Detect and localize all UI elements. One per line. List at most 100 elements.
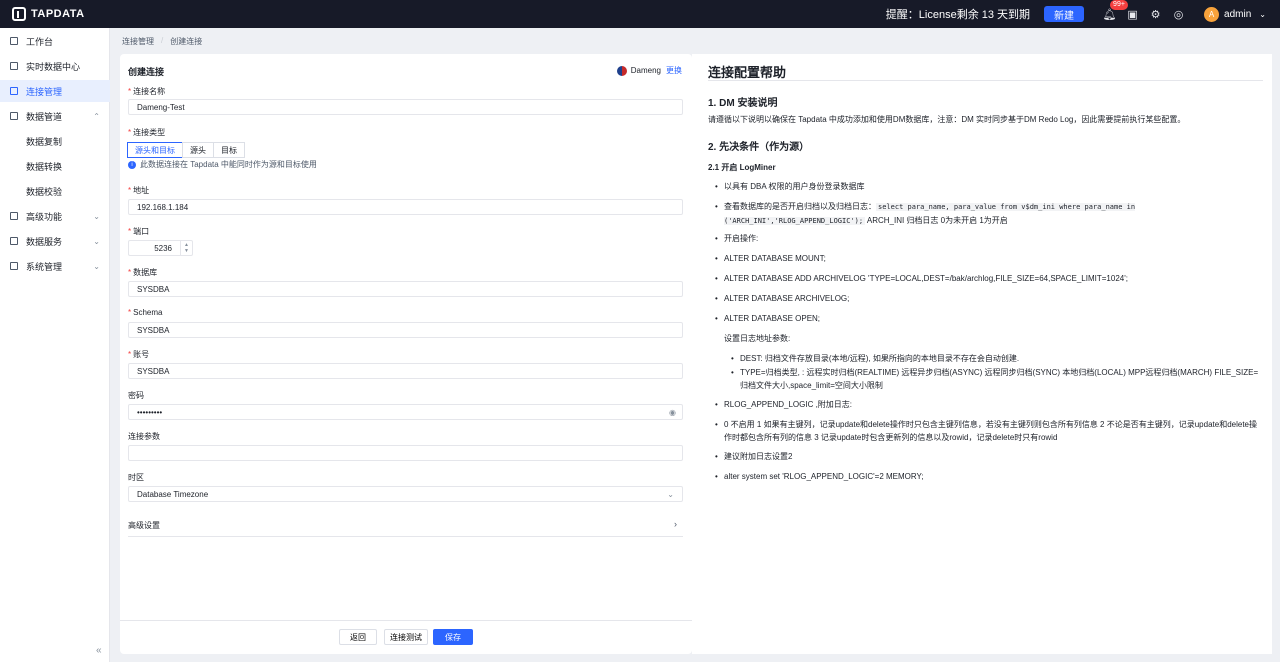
- sidebar-item-connections[interactable]: 连接管理: [0, 80, 110, 102]
- avatar[interactable]: A: [1204, 6, 1220, 22]
- help-item: ALTER DATABASE ADD ARCHIVELOG 'TYPE=LOCA…: [715, 272, 1264, 285]
- host-label: * 地址: [128, 186, 150, 195]
- timezone-select[interactable]: Database Timezone ⌄: [128, 486, 683, 502]
- help-divider: [708, 80, 1263, 81]
- change-database-link[interactable]: 更换: [666, 65, 682, 76]
- breadcrumb-connections[interactable]: 连接管理: [122, 36, 154, 47]
- list-icon: [10, 87, 18, 95]
- collapse-sidebar-icon[interactable]: «: [96, 645, 102, 656]
- connection-name-input[interactable]: Dameng-Test: [128, 99, 683, 115]
- pipeline-icon: [10, 112, 18, 120]
- type-option-target[interactable]: 目标: [213, 142, 245, 158]
- help-sub-item: TYPE=归档类型, : 远程实时归档(REALTIME) 远程异步归档(ASY…: [731, 366, 1265, 392]
- database-input[interactable]: SYSDBA: [128, 281, 683, 297]
- connection-params-label: 连接参数: [128, 432, 160, 441]
- license-reminder: 提醒：License剩余 13 天到期: [885, 9, 1031, 21]
- sidebar-item-transformation[interactable]: 数据转换: [0, 155, 110, 177]
- chevron-down-icon[interactable]: ⌄: [1259, 10, 1266, 19]
- type-option-source[interactable]: 源头: [182, 142, 214, 158]
- stepper-arrows-icon[interactable]: ▲ ▼: [180, 241, 192, 255]
- timezone-label: 时区: [128, 473, 144, 482]
- section-prereq-title: 2. 先决条件（作为源）: [708, 142, 810, 153]
- help-title: 连接配置帮助: [708, 65, 787, 80]
- password-label: 密码: [128, 391, 144, 400]
- back-button[interactable]: 返回: [339, 629, 377, 645]
- sidebar-item-data-services[interactable]: 数据服务 ⌄: [0, 230, 110, 252]
- sidebar-item-advanced[interactable]: 高级功能 ⌄: [0, 205, 110, 227]
- sidebar-item-label: 高级功能: [26, 211, 63, 222]
- form-footer: 返回 连接测试 保存: [120, 620, 692, 654]
- sidebar-item-label: 数据服务: [26, 236, 63, 247]
- database-label: * 数据库: [128, 268, 158, 277]
- chevron-down-icon: ⌄: [93, 261, 100, 271]
- sidebar-item-verification[interactable]: 数据校验: [0, 180, 110, 202]
- breadcrumb-current: 创建连接: [170, 37, 203, 46]
- top-bar: TAPDATA 提醒：License剩余 13 天到期 新建 🔔︎ 99+ ▣ ⚙…: [0, 0, 1280, 28]
- sidebar-item-workbench[interactable]: 工作台: [0, 30, 110, 52]
- help-item: alter system set 'RLOG_APPEND_LOGIC'=2 M…: [715, 470, 1264, 483]
- sidebar-item-label: 实时数据中心: [26, 61, 81, 72]
- sidebar-item-data-center[interactable]: 实时数据中心: [0, 55, 110, 77]
- sidebar-item-replication[interactable]: 数据复制: [0, 130, 110, 152]
- save-button[interactable]: 保存: [433, 629, 473, 645]
- help-item: 查看数据库的是否开启归档以及归档日志：select para_name, par…: [715, 200, 1264, 228]
- help-item: RLOG_APPEND_LOGIC ,附加日志:: [715, 398, 1264, 411]
- dashboard-icon: [10, 37, 18, 45]
- help-item: 设置日志地址参数:: [724, 334, 791, 343]
- info-icon: i: [128, 160, 136, 169]
- sidebar-item-pipelines[interactable]: 数据管道 ⌃: [0, 105, 110, 127]
- breadcrumb: 连接管理 / 创建连接: [122, 36, 202, 47]
- connection-type-label: * 连接类型: [128, 128, 166, 137]
- tapdata-logo-icon: [12, 7, 26, 21]
- help-item: ALTER DATABASE OPEN;: [715, 312, 1264, 325]
- help-item: 以具有 DBA 权限的用户身份登录数据库: [715, 180, 1264, 193]
- help-item: 开启操作:: [715, 232, 1264, 245]
- dameng-logo-icon: [616, 65, 627, 76]
- form-title: 创建连接: [128, 67, 165, 77]
- gift-icon[interactable]: ▣: [1121, 8, 1144, 21]
- gear-icon[interactable]: ⚙: [1144, 8, 1167, 21]
- port-stepper[interactable]: 5236 ▲ ▼: [128, 240, 193, 256]
- section-install-text: 请遵循以下说明以确保在 Tapdata 中成功添加和使用DM数据库，注意：DM …: [708, 115, 1186, 124]
- bell-icon[interactable]: 🔔︎ 99+: [1098, 0, 1128, 21]
- test-connection-button[interactable]: 连接测试: [384, 629, 428, 645]
- sidebar-item-label: 数据校验: [26, 186, 63, 197]
- help-sub-item: DEST: 归档文件存放目录(本地/远程), 如果所指向的本地目录不存在会自动创…: [731, 352, 1265, 365]
- help-item: ALTER DATABASE ARCHIVELOG;: [715, 292, 1264, 305]
- password-input[interactable]: ••••••••• ◉: [128, 404, 683, 420]
- user-name[interactable]: admin: [1224, 9, 1251, 20]
- chevron-right-icon: ›: [674, 519, 677, 529]
- help-item: ALTER DATABASE MOUNT;: [715, 252, 1264, 265]
- eye-icon[interactable]: ◉: [669, 408, 676, 417]
- new-button[interactable]: 新建: [1044, 6, 1085, 22]
- help-panel: 连接配置帮助 1. DM 安装说明 请遵循以下说明以确保在 Tapdata 中成…: [692, 54, 1272, 654]
- connection-type-hint: i 此数据连接在 Tapdata 中能同时作为源和目标使用: [128, 159, 317, 170]
- account-label: * 账号: [128, 350, 150, 359]
- connection-form-panel: 创建连接 Dameng 更换 * 连接名称 Dameng-Test * 连接类型 源…: [120, 54, 692, 654]
- sidebar-item-label: 工作台: [26, 36, 54, 47]
- database-type-name: Dameng: [630, 66, 661, 75]
- advanced-settings-toggle[interactable]: 高级设置 ›: [128, 519, 683, 537]
- schema-label: * Schema: [128, 308, 163, 317]
- advanced-icon: [10, 212, 18, 220]
- section-logminer-title: 2.1 开启 LogMiner: [708, 163, 776, 172]
- breadcrumb-separator: /: [161, 36, 164, 45]
- brand-logo[interactable]: TAPDATA: [12, 7, 85, 21]
- sidebar-item-system[interactable]: 系统管理 ⌄: [0, 255, 110, 277]
- brand-name: TAPDATA: [31, 8, 85, 20]
- chevron-down-icon: ⌄: [667, 489, 674, 499]
- account-input[interactable]: SYSDBA: [128, 363, 683, 379]
- services-icon: [10, 237, 18, 245]
- port-label: * 端口: [128, 227, 150, 236]
- help-item: 建议附加日志设置2: [715, 450, 1264, 463]
- help-item: 0 不启用 1 如果有主键列，记录update和delete操作时只包含主键列信…: [715, 418, 1264, 444]
- host-input[interactable]: 192.168.1.184: [128, 199, 683, 215]
- type-option-source-and-target[interactable]: 源头和目标: [127, 142, 183, 158]
- connection-params-input[interactable]: [128, 445, 683, 461]
- connection-name-label: * 连接名称: [128, 87, 166, 96]
- sidebar-item-label: 数据管道: [26, 111, 63, 122]
- sidebar-item-label: 连接管理: [26, 86, 63, 97]
- system-icon: [10, 262, 18, 270]
- schema-input[interactable]: SYSDBA: [128, 322, 683, 338]
- globe-icon[interactable]: ◎: [1167, 8, 1190, 21]
